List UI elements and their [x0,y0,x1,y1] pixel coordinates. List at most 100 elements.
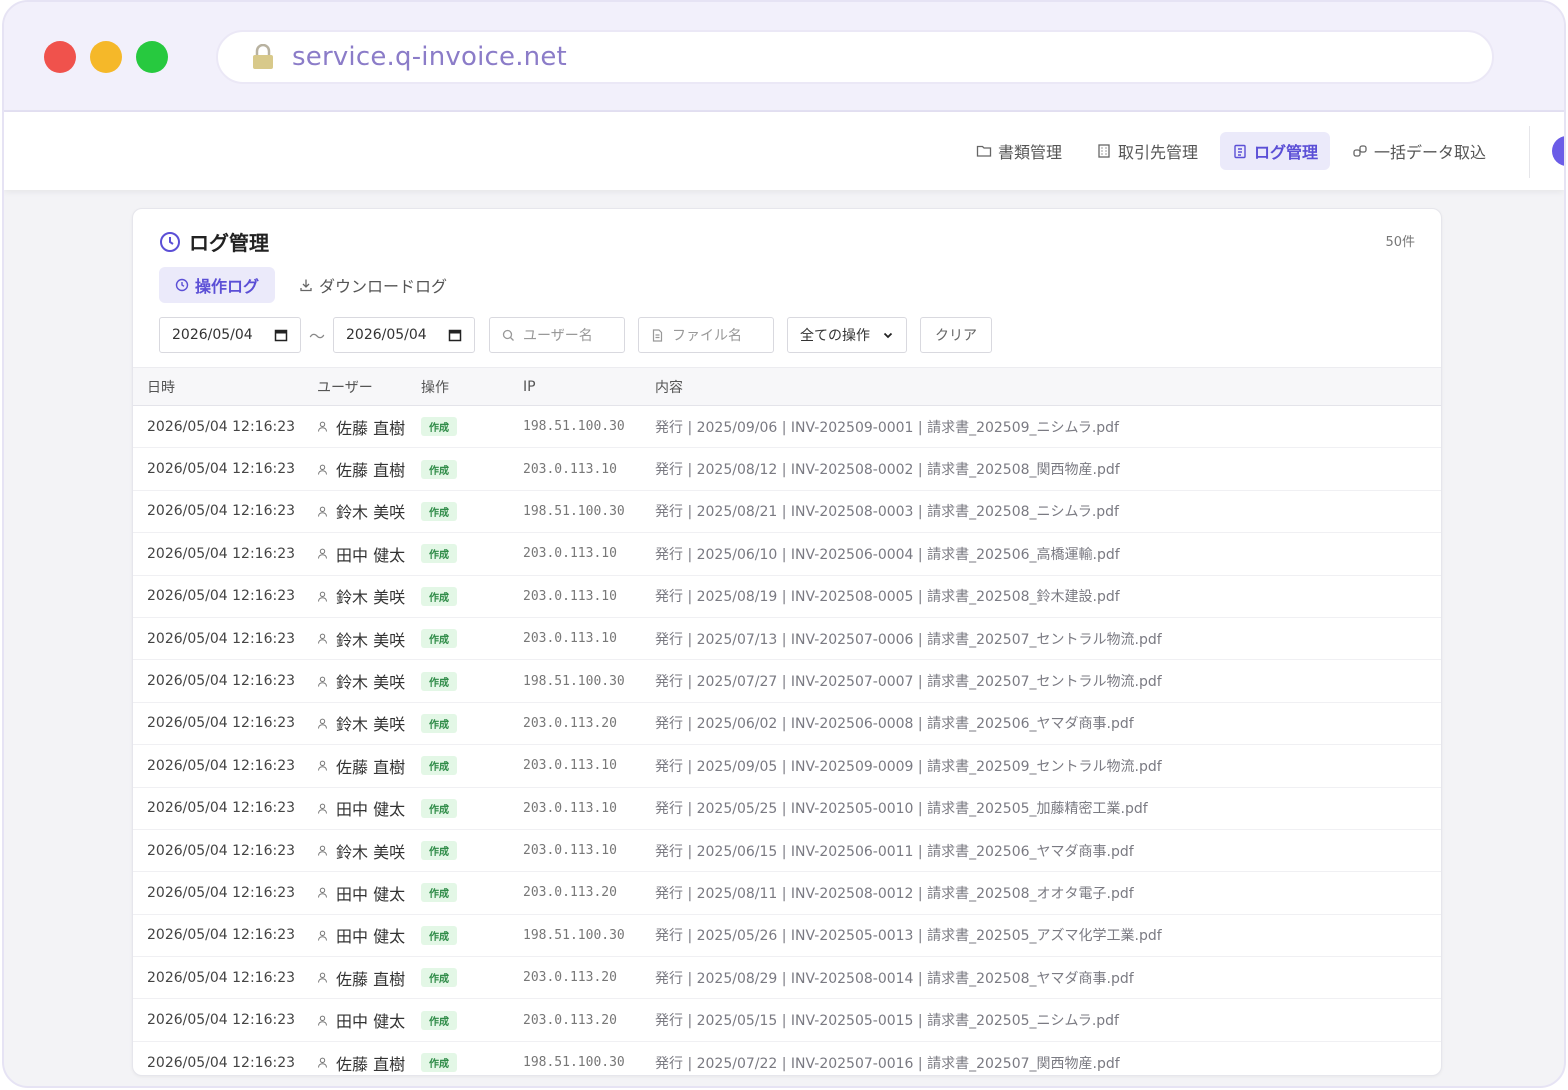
filter-bar: 2026/05/04 〜 2026/05/04 ユーザー名 ファイル名 全ての操… [159,317,992,353]
cell-user: 田中 健太 [303,914,421,956]
operation-select[interactable]: 全ての操作 [787,317,907,353]
tab-download-log[interactable]: ダウンロードログ [283,267,463,303]
search-icon [502,329,514,341]
column-header-content[interactable]: 内容 [655,368,1441,406]
user-name: 佐藤 直樹 [336,757,406,777]
cell-operation: 作成 [421,702,523,744]
user-name: 佐藤 直樹 [336,969,406,989]
user-icon [318,633,327,644]
table-row[interactable]: 2026/05/04 12:16:23 田中 健太 作成 203.0.113.20 発行… [133,999,1441,1042]
maximize-window-button[interactable] [136,41,168,73]
user-name: 田中 健太 [336,1012,406,1032]
table-row[interactable]: 2026/05/04 12:16:23 田中 健太 作成 203.0.113.20 発行… [133,872,1441,915]
date-from-input[interactable]: 2026/05/04 [159,317,301,353]
cell-operation: 作成 [421,872,523,914]
user-name: 田中 健太 [336,545,406,565]
cell-datetime: 2026/05/04 12:16:23 [147,503,296,520]
user-label: 佐藤 直樹 [317,457,421,481]
cell-user: 佐藤 直樹 [303,957,421,999]
table-row[interactable]: 2026/05/04 12:16:23 鈴木 美咲 作成 203.0.113.10 発行… [133,575,1441,618]
table-row[interactable]: 2026/05/04 12:16:23 佐藤 直樹 作成 203.0.113.20 発行… [133,957,1441,999]
cell-datetime: 2026/05/04 12:16:23 [147,757,296,774]
clipboard-icon [1234,144,1246,159]
cell-user: 佐藤 直樹 [303,448,421,490]
record-count: 50件 [1385,235,1415,250]
column-header-datetime[interactable]: 日時 [133,368,303,406]
nav-item-bulk-import[interactable]: 一括データ取込 [1340,132,1498,170]
table-row[interactable]: 2026/05/04 12:16:23 鈴木 美咲 作成 203.0.113.10 発行… [133,829,1441,872]
cell-user: 鈴木 美咲 [303,829,421,871]
cell-user: 田中 健太 [303,999,421,1041]
table-row[interactable]: 2026/05/04 12:16:23 佐藤 直樹 作成 198.51.100.30 発… [133,406,1441,448]
status-badge: 作成 [421,629,457,649]
cell-ip: 203.0.113.20 [523,1012,617,1028]
download-icon [300,279,312,292]
status-badge: 作成 [421,671,457,691]
status-badge: 作成 [421,544,457,564]
nav-item-clients[interactable]: 取引先管理 [1084,132,1210,170]
table-row[interactable]: 2026/05/04 12:16:23 田中 健太 作成 198.51.100.30 発… [133,914,1441,957]
table-row[interactable]: 2026/05/04 12:16:23 田中 健太 作成 203.0.113.10 発行… [133,533,1441,576]
table-row[interactable]: 2026/05/04 12:16:23 佐藤 直樹 作成 198.51.100.30 発… [133,1041,1441,1075]
table-row[interactable]: 2026/05/04 12:16:23 鈴木 美咲 作成 203.0.113.20 発行… [133,702,1441,745]
user-name: 鈴木 美咲 [336,630,406,650]
cell-operation: 作成 [421,406,523,448]
cell-content: 発行 | 2025/08/21 | INV-202508-0003 | 請求書_… [655,504,1119,521]
cell-operation: 作成 [421,787,523,829]
cell-operation: 作成 [421,914,523,956]
building-icon [1098,144,1110,158]
table-header-row: 日時 ユーザー 操作 IP 内容 [133,367,1441,406]
table-row[interactable]: 2026/05/04 12:16:23 佐藤 直樹 作成 203.0.113.10 発行… [133,745,1441,788]
user-name: 田中 健太 [336,927,406,947]
cell-user: 鈴木 美咲 [303,617,421,659]
cell-user: 鈴木 美咲 [303,490,421,532]
cell-datetime: 2026/05/04 12:16:23 [147,1054,296,1071]
cell-datetime: 2026/05/04 12:16:23 [147,673,296,690]
table-row[interactable]: 2026/05/04 12:16:23 鈴木 美咲 作成 198.51.100.30 発… [133,490,1441,533]
file-search-input[interactable]: ファイル名 [638,317,774,353]
date-to-input[interactable]: 2026/05/04 [333,317,475,353]
nav-item-label: 書類管理 [997,143,1062,162]
minimize-window-button[interactable] [90,41,122,73]
calendar-icon[interactable] [274,328,288,342]
address-bar[interactable]: service.q-invoice.net [216,30,1494,84]
cell-datetime: 2026/05/04 12:16:23 [147,800,296,817]
nav-item-logs[interactable]: ログ管理 [1219,132,1330,170]
log-tabs: 操作ログ ダウンロードログ [159,267,463,303]
cell-datetime: 2026/05/04 12:16:23 [147,545,296,562]
browser-chrome: service.q-invoice.net [4,2,1564,112]
page-title: ログ管理 [159,227,269,256]
user-label: 田中 健太 [317,1008,421,1032]
cell-user: 鈴木 美咲 [303,660,421,702]
table-row[interactable]: 2026/05/04 12:16:23 佐藤 直樹 作成 203.0.113.10 発行… [133,448,1441,491]
cell-ip: 203.0.113.10 [523,758,617,774]
table-row[interactable]: 2026/05/04 12:16:23 鈴木 美咲 作成 203.0.113.10 発行… [133,617,1441,660]
column-header-operation[interactable]: 操作 [421,368,523,406]
avatar[interactable] [1552,136,1564,166]
user-name: 鈴木 美咲 [336,588,406,608]
status-badge: 作成 [421,925,457,945]
user-label: 田中 健太 [317,881,421,905]
user-icon [318,1015,327,1026]
user-label: 田中 健太 [317,542,421,566]
table-row[interactable]: 2026/05/04 12:16:23 鈴木 美咲 作成 198.51.100.30 発… [133,660,1441,703]
user-search-input[interactable]: ユーザー名 [489,317,625,353]
clear-button[interactable]: クリア [920,317,992,353]
cell-operation: 作成 [421,660,523,702]
table-row[interactable]: 2026/05/04 12:16:23 田中 健太 作成 203.0.113.10 発行… [133,787,1441,830]
log-card: ログ管理 50件 操作ログ ダウンロードログ 2026/05/04 〜 2026… [132,208,1442,1076]
close-window-button[interactable] [44,41,76,73]
cell-datetime: 2026/05/04 12:16:23 [147,418,296,435]
cell-content: 発行 | 2025/08/29 | INV-202508-0014 | 請求書_… [655,970,1134,987]
status-badge: 作成 [421,417,457,437]
date-range-separator: 〜 [308,327,325,346]
user-icon [318,930,327,941]
user-search-placeholder: ユーザー名 [523,328,593,344]
status-badge: 作成 [421,1053,457,1073]
column-header-user[interactable]: ユーザー [303,368,421,406]
cell-operation: 作成 [421,575,523,617]
column-header-ip[interactable]: IP [523,368,655,406]
tab-operation-log[interactable]: 操作ログ [159,267,276,303]
nav-item-documents[interactable]: 書類管理 [964,132,1074,170]
calendar-icon[interactable] [448,328,462,342]
